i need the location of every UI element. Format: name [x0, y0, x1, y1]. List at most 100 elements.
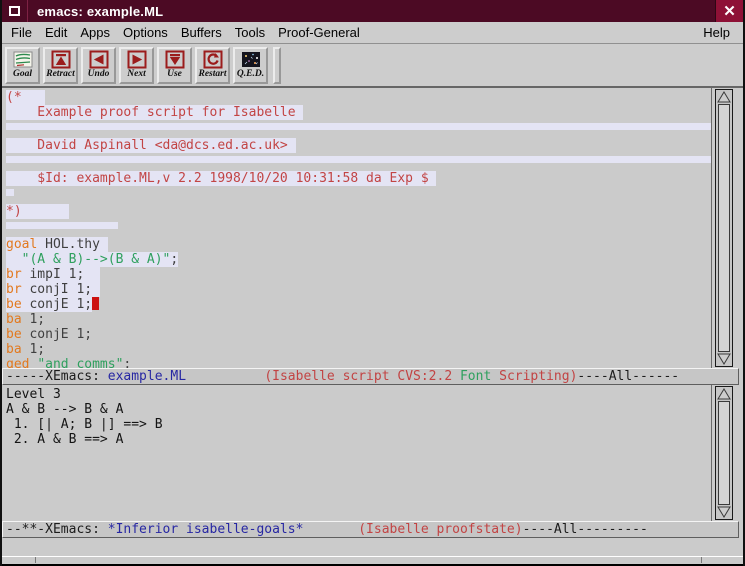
toolbar-button-goal[interactable]: Goal	[5, 47, 40, 84]
code-segment: Example proof script for Isabelle	[6, 105, 303, 120]
menu-item-proof-general[interactable]: Proof-General	[273, 24, 365, 41]
menu-item-buffers[interactable]: Buffers	[176, 24, 227, 41]
code-segment: qed	[6, 357, 29, 368]
window-restore-icon	[9, 6, 20, 16]
modeline-segment: -----XEmacs:	[6, 369, 108, 384]
code-segment: be	[6, 327, 22, 342]
next-icon	[127, 50, 147, 69]
modeline-segment: Scripting)	[491, 369, 577, 384]
code-segment: *)	[6, 204, 69, 219]
code-segment: 1;	[22, 312, 45, 327]
script-scrollbar	[711, 88, 743, 368]
code-segment: HOL.thy	[37, 237, 107, 252]
code-segment: 1;	[22, 342, 45, 357]
code-segment: ba	[6, 342, 22, 357]
code-segment: conjE 1;	[22, 297, 92, 312]
modeline-segment: *Inferior isabelle-goals*	[108, 522, 304, 537]
code-segment: conjI 1;	[22, 282, 100, 297]
goals-line: 1. [| A; B |] ==> B	[6, 417, 711, 432]
buffer-line: $Id: example.ML,v 2.2 1998/10/20 10:31:5…	[6, 171, 711, 186]
scrollbar-thumb[interactable]	[718, 401, 730, 505]
window-title: emacs: example.ML	[28, 0, 715, 22]
emacs-frame: emacs: example.ML ✕ FileEditAppsOptionsB…	[0, 0, 745, 566]
text-cursor	[92, 297, 99, 310]
code-segment: David Aspinall <da@dcs.ed.ac.uk>	[6, 138, 296, 153]
locked-region-band	[6, 189, 14, 196]
code-segment: goal	[6, 237, 37, 252]
goals-buffer[interactable]: Level 3A & B --> B & A 1. [| A; B |] ==>…	[2, 385, 711, 521]
toolbar-button-label: Use	[167, 69, 182, 79]
scroll-down-icon[interactable]	[717, 353, 731, 365]
toolbar-button-label: Restart	[199, 69, 227, 79]
toolbar-button-label: Goal	[13, 69, 32, 79]
goals-line: Level 3	[6, 387, 711, 402]
toolbar-endcap	[273, 47, 281, 84]
scroll-down-icon[interactable]	[717, 506, 731, 518]
toolbar-button-qed[interactable]: Q.E.D.	[233, 47, 268, 84]
menu-item-edit[interactable]: Edit	[40, 24, 72, 41]
modeline-segment: example.ML	[108, 369, 186, 384]
modeline-segment: --**-XEmacs:	[6, 522, 108, 537]
use-icon	[165, 50, 185, 69]
echo-area[interactable]	[2, 538, 743, 556]
locked-region-band	[6, 156, 711, 163]
menu-item-help[interactable]: Help	[701, 24, 732, 41]
scroll-up-icon[interactable]	[717, 388, 731, 400]
code-segment: ba	[6, 312, 22, 327]
scroll-up-icon[interactable]	[717, 91, 731, 103]
code-segment: "(A & B)-->(B & A)"	[22, 252, 171, 267]
buffer-line: br conjI 1;	[6, 282, 711, 297]
toolbar-button-label: Next	[127, 69, 145, 79]
toolbar-button-label: Q.E.D.	[237, 69, 264, 79]
toolbar-button-use[interactable]: Use	[157, 47, 192, 84]
goals-window: Level 3A & B --> B & A 1. [| A; B |] ==>…	[2, 385, 743, 521]
buffer-line: goal HOL.thy	[6, 237, 711, 252]
scrollbar-track[interactable]	[715, 386, 733, 520]
buffer-line: David Aspinall <da@dcs.ed.ac.uk>	[6, 138, 711, 153]
modeline-segment: Font	[460, 369, 491, 384]
retract-icon	[51, 50, 71, 69]
toolbar-button-retract[interactable]: Retract	[43, 47, 78, 84]
scrollbar-track[interactable]	[715, 89, 733, 367]
code-segment: (*	[6, 90, 45, 105]
toolbar-button-next[interactable]: Next	[119, 47, 154, 84]
undo-icon	[89, 50, 109, 69]
qed-image-icon	[241, 50, 261, 69]
modeline-segment: ----All---------	[523, 522, 648, 537]
code-segment: ;	[123, 357, 131, 368]
goals-line: A & B --> B & A	[6, 402, 711, 417]
scrollbar-thumb[interactable]	[718, 104, 730, 352]
toolbar-button-undo[interactable]: Undo	[81, 47, 116, 84]
locked-region-band	[6, 123, 711, 130]
goals-scrollbar	[711, 385, 743, 521]
menu-item-apps[interactable]: Apps	[75, 24, 115, 41]
buffer-line: br impI 1;	[6, 267, 711, 282]
goals-line: 2. A & B ==> A	[6, 432, 711, 447]
toolbar-button-label: Undo	[88, 69, 110, 79]
buffer-line: Example proof script for Isabelle	[6, 105, 711, 120]
modeline-script: -----XEmacs: example.ML (Isabelle script…	[2, 368, 739, 385]
buffer-line	[6, 189, 711, 204]
script-buffer[interactable]: (* Example proof script for Isabelle Dav…	[2, 88, 711, 368]
buffer-line	[6, 156, 711, 171]
modeline-segment: ----All------	[577, 369, 679, 384]
close-icon: ✕	[723, 2, 736, 20]
modeline-segment	[303, 522, 358, 537]
buffer-line	[6, 222, 711, 237]
modeline-segment: (Isabelle script CVS:2.2	[264, 369, 460, 384]
code-segment: br	[6, 282, 22, 297]
buffer-line: ba 1;	[6, 312, 711, 327]
code-segment: "and_comms"	[37, 357, 123, 368]
menu-item-file[interactable]: File	[6, 24, 37, 41]
toolbar-button-restart[interactable]: Restart	[195, 47, 230, 84]
close-button[interactable]: ✕	[715, 0, 743, 22]
frame-handle-divider	[701, 557, 702, 563]
code-segment: ;	[170, 252, 178, 267]
menu-item-tools[interactable]: Tools	[230, 24, 270, 41]
frame-bottom-border	[2, 556, 743, 566]
toolbar: Goal Retract Undo Next Use Restart Q.E.D.	[2, 44, 743, 88]
window-menu-button[interactable]	[2, 0, 28, 22]
buffer-line: ba 1;	[6, 342, 711, 357]
menu-item-options[interactable]: Options	[118, 24, 173, 41]
buffer-line: (*	[6, 90, 711, 105]
